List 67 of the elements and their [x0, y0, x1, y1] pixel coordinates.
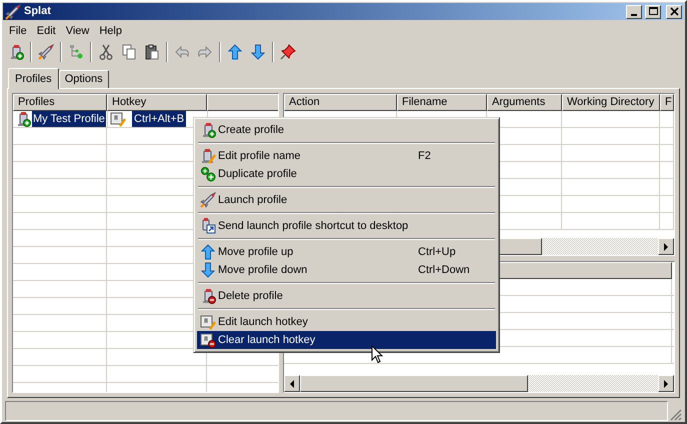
menu-item[interactable]: Edit profile name F2: [197, 147, 496, 165]
pushpin-icon: [280, 44, 296, 60]
rocket-icon: [200, 192, 216, 208]
clipboard-icon: [144, 44, 160, 60]
mouse-pointer-icon: [371, 345, 383, 364]
right-triangle-icon: [663, 380, 669, 388]
menu-item[interactable]: Create profile: [197, 121, 496, 139]
hotkey-cell[interactable]: Ctrl+Alt+B: [132, 111, 186, 128]
profile-name-cell[interactable]: My Test Profile: [32, 111, 106, 128]
scroll-right-button[interactable]: [658, 238, 674, 256]
tab[interactable]: Options: [58, 70, 109, 88]
tab[interactable]: Profiles: [8, 68, 59, 90]
redo-arrow-icon: [197, 44, 213, 60]
column-header[interactable]: Filename: [397, 94, 487, 112]
plus-circles-icon: [200, 166, 216, 182]
menu-item[interactable]: Edit: [32, 22, 61, 40]
maximize-icon: [646, 6, 660, 18]
column-header[interactable]: Arguments: [487, 94, 562, 112]
horizontal-scrollbar[interactable]: [284, 375, 674, 392]
minimize-icon: [631, 14, 637, 16]
right-triangle-icon: [663, 242, 669, 251]
key-icon: [110, 111, 126, 128]
scissors-icon: [98, 44, 114, 60]
profile-remove-icon: [200, 288, 216, 304]
size-grip-icon: [670, 409, 682, 421]
copy-icon: [121, 44, 137, 60]
down-arrow-icon: [200, 262, 216, 278]
window-title: Splat: [24, 4, 52, 20]
key-remove-icon: [200, 332, 216, 348]
left-triangle-icon: [289, 380, 295, 388]
column-header[interactable]: Profiles: [13, 94, 107, 112]
profile-icon: [15, 111, 31, 128]
close-icon: [668, 6, 680, 18]
column-header-blank[interactable]: [207, 94, 278, 112]
up-arrow-icon: [200, 244, 216, 260]
column-header[interactable]: Working Directory: [562, 94, 660, 112]
menu-item[interactable]: Delete profile: [197, 287, 496, 305]
column-header[interactable]: F: [660, 94, 674, 112]
menu-item[interactable]: Launch profile: [197, 191, 496, 209]
menu-item[interactable]: Move profile down Ctrl+Down: [197, 261, 496, 279]
profile-add-icon: [8, 44, 24, 60]
up-arrow-icon: [227, 44, 243, 60]
minimize-button[interactable]: [626, 4, 642, 19]
menu-item[interactable]: Send launch profile shortcut to desktop: [197, 217, 496, 235]
network-icon: [68, 44, 84, 60]
close-button[interactable]: [666, 4, 682, 19]
rocket-icon: [38, 44, 54, 60]
menu-item[interactable]: Move profile up Ctrl+Up: [197, 243, 496, 261]
profile-add-icon: [200, 122, 216, 138]
key-pencil-icon: [200, 314, 216, 330]
column-header[interactable]: Hotkey: [107, 94, 207, 112]
menu-item[interactable]: Help: [94, 22, 127, 40]
down-arrow-icon: [250, 44, 266, 60]
menu-item[interactable]: File: [4, 22, 32, 40]
menu-item[interactable]: Edit launch hotkey: [197, 313, 496, 331]
column-header[interactable]: Action: [284, 94, 397, 112]
app-icon: [5, 4, 21, 20]
scroll-right-button[interactable]: [658, 375, 674, 392]
menu-item[interactable]: View: [60, 22, 94, 40]
menu-item[interactable]: Clear launch hotkey: [197, 331, 496, 349]
maximize-button[interactable]: [645, 4, 661, 19]
scroll-left-button[interactable]: [284, 375, 300, 392]
undo-arrow-icon: [174, 44, 190, 60]
profile-shortcut-icon: [200, 218, 216, 234]
scrollbar-thumb[interactable]: [300, 375, 528, 392]
menu-item[interactable]: Duplicate profile: [197, 165, 496, 183]
profile-pencil-icon: [200, 148, 216, 164]
